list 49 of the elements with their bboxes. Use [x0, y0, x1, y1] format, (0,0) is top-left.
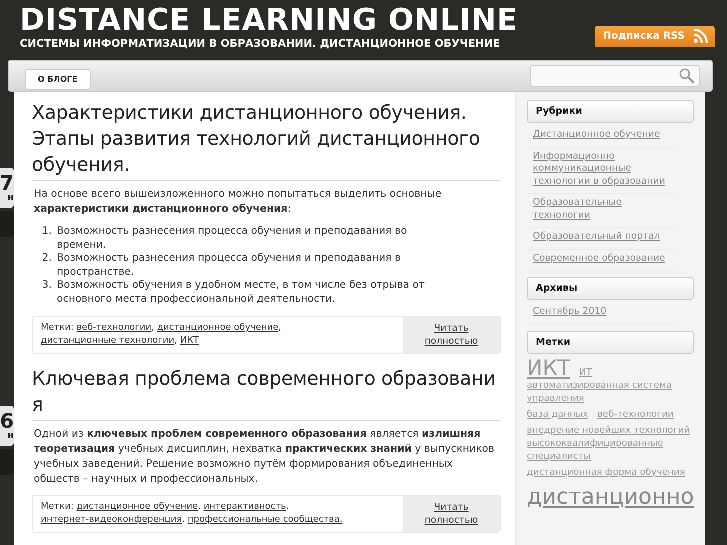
widget-heading: Архивы — [527, 277, 694, 300]
site-title[interactable]: DISTANCE LEARNING ONLINE — [20, 4, 518, 38]
tag-link[interactable]: профессиональные сообщества. — [188, 515, 343, 525]
list-number: 3. — [41, 279, 52, 293]
post-text: На основе всего вышеизложенного можно попытаться выделить основные характеристики дистанционного обучения: — [34, 188, 443, 217]
category-link[interactable]: Образовательный портал — [527, 228, 677, 250]
list-number: 2. — [41, 252, 52, 266]
list-item: Возможность обучения в удобном месте, в том числе без отрыва от основного места профессиональной деятельности. — [57, 279, 426, 306]
list-item: Возможность разнесения процесса обучения и преподавания в пространстве. — [57, 252, 402, 279]
read-more-link[interactable]: Читать полностью — [403, 317, 500, 353]
category-link[interactable]: Образовательные технологии — [527, 194, 677, 228]
tag-link[interactable]: дистанционное обучение — [157, 323, 279, 333]
post-text: Одной из ключевых проблем современного образования является излишняя теоретизация учебных дисциплин, нехватка практических знаний у выпускников учебных заведений. Решение возможно путём формирования объединенных обществ – научных и профессиональных. — [34, 428, 496, 487]
comment-badge — [0, 449, 14, 475]
widget-heading: Рубрики — [527, 100, 694, 123]
tag-cloud-link[interactable]: внедрение новейших технологий — [527, 424, 690, 436]
date-badge: 7 н — [0, 168, 14, 208]
tags-line: Метки: дистанционное обучение, интерактивность, интернет-видеоконференция, профессиональные сообщества. — [40, 501, 344, 527]
comment-badge — [0, 211, 14, 237]
category-link[interactable]: Дистанционное обучение — [527, 126, 677, 148]
tag-cloud-link[interactable]: ИКТ — [527, 356, 570, 378]
rss-icon — [693, 29, 709, 44]
tag-cloud-link[interactable]: дистанционно — [527, 482, 694, 512]
tag-link[interactable]: дистанционное обучение — [76, 502, 198, 512]
tag-link[interactable]: интерактивность — [204, 502, 286, 512]
category-link[interactable]: Сентябрь 2010 — [527, 303, 677, 324]
tag-link[interactable]: ИКТ — [180, 336, 199, 346]
tag-cloud-link[interactable]: веб-технологии — [598, 408, 674, 420]
site-tagline: СИСТЕМЫ ИНФОРМАТИЗАЦИИ В ОБРАЗОВАНИИ. ДИСТАНЦИОННОЕ ОБУЧЕНИЕ — [20, 38, 502, 50]
date-badge: 6 н — [0, 406, 14, 446]
tag-link[interactable]: интернет-видеоконференция — [41, 515, 182, 525]
tag-cloud-link[interactable]: ИТ — [580, 366, 592, 378]
list-number: 1. — [41, 225, 52, 239]
tag-cloud-link[interactable]: база данных — [527, 408, 588, 420]
widget-heading: Метки — [527, 330, 694, 354]
nav-link[interactable]: О БЛОГЕ — [25, 68, 91, 90]
read-more-link[interactable]: Читать полностью — [403, 496, 500, 532]
search-icon[interactable] — [679, 68, 695, 84]
list-item: Возможность разнесения процесса обучения и преподавания во времени. — [57, 225, 408, 252]
tag-cloud-link[interactable]: дистанционная форма обучения — [527, 466, 686, 478]
post-title[interactable]: Ключевая проблема современного образовани я — [32, 366, 501, 421]
category-link[interactable]: Информационно коммуникационные технологии в образовании — [527, 148, 677, 194]
tag-link[interactable]: веб-технологии — [76, 323, 152, 333]
tag-link[interactable]: дистанционные технологии — [41, 336, 175, 346]
search-field[interactable] — [530, 65, 700, 87]
tags-line: Метки: веб-технологии, дистанционное обучение, дистанционные технологии, ИКТ — [40, 322, 283, 348]
category-link[interactable]: Современное образование — [527, 250, 677, 271]
post-title[interactable]: Характеристики дистанционного обучения. Этапы развития технологий дистанционного обучения. — [32, 100, 501, 181]
rss-subscribe-button[interactable]: Подписка RSS — [595, 26, 715, 47]
